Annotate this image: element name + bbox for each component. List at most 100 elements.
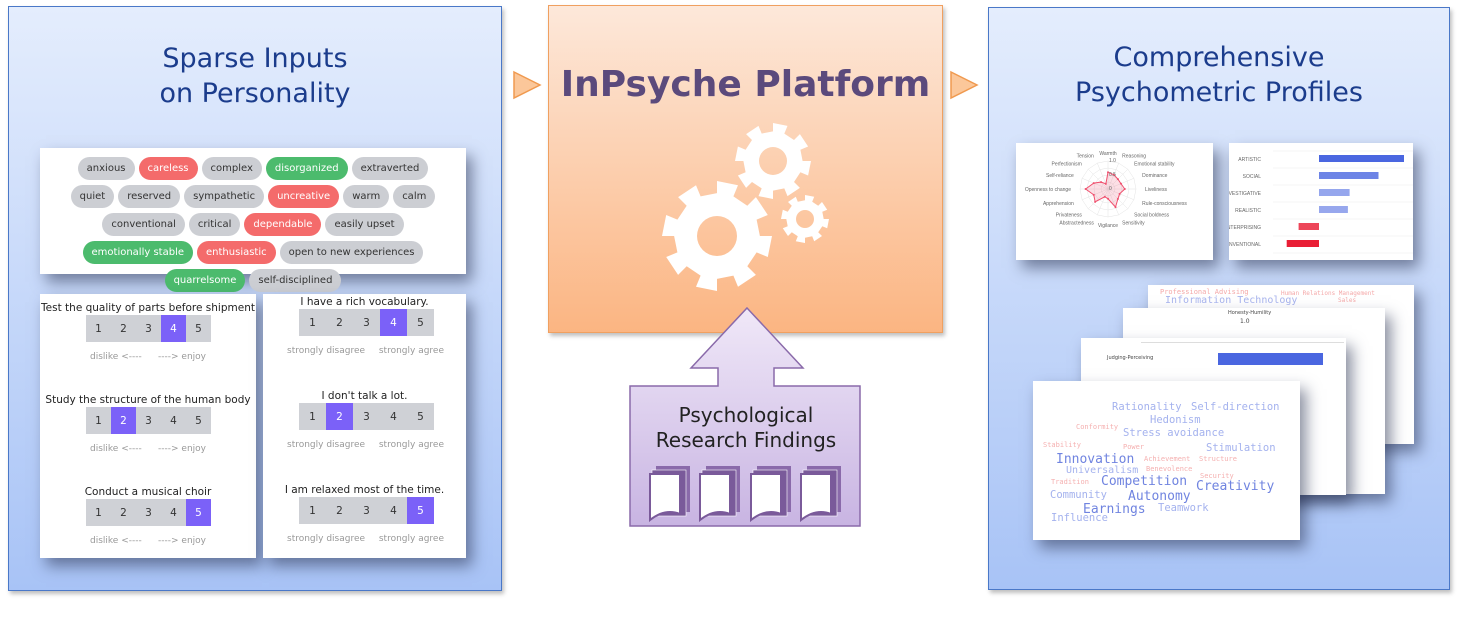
tag-chip[interactable]: disorganized — [265, 157, 348, 180]
arrow-right-icon — [950, 70, 979, 100]
scale-option-4[interactable]: 4 — [380, 497, 407, 524]
radar-axis-label: Emotional stability — [1134, 162, 1175, 168]
survey-question: Study the structure of the human body — [45, 394, 251, 406]
panel-title-line2: Psychometric Profiles — [1075, 77, 1363, 108]
tag-chip[interactable]: conventional — [102, 213, 185, 236]
survey-question: Conduct a musical choir — [84, 486, 212, 498]
panel-title-line1: Sparse Inputs — [162, 43, 348, 74]
scale-option-1[interactable]: 1 — [299, 497, 326, 524]
bar — [1286, 240, 1319, 247]
radar-axis-label: Apprehension — [1043, 201, 1074, 207]
scale-min-label: strongly disagree — [287, 534, 366, 544]
wordcloud-word: Tradition — [1051, 478, 1089, 486]
scale-option-3[interactable]: 3 — [136, 315, 161, 342]
tag-chip[interactable]: warm — [343, 185, 390, 208]
scale-option-3[interactable]: 3 — [353, 309, 380, 336]
gears-icon — [662, 123, 829, 291]
scale-option-5[interactable]: 5 — [186, 499, 211, 526]
scale-option-2[interactable]: 2 — [111, 315, 136, 342]
radar-axis-label: Tension — [1077, 154, 1094, 160]
tick-label: 1.0 — [1240, 318, 1250, 325]
scale-option-4[interactable]: 4 — [161, 315, 186, 342]
scale-option-4[interactable]: 4 — [380, 403, 407, 430]
scale-option-1[interactable]: 1 — [86, 315, 111, 342]
interest-survey-card: Test the quality of parts before shipmen… — [40, 294, 256, 558]
arrow-right-icon — [513, 70, 542, 100]
scale-option-5[interactable]: 5 — [407, 403, 434, 430]
scale-option-3[interactable]: 3 — [353, 403, 380, 430]
radar-axis-label: Privateness — [1056, 212, 1083, 218]
wordcloud-word: Rationality — [1112, 401, 1182, 413]
scale-option-5[interactable]: 5 — [186, 407, 211, 434]
scale-option-2[interactable]: 2 — [111, 499, 136, 526]
tag-chip[interactable]: complex — [201, 157, 262, 180]
scale-option-4[interactable]: 4 — [380, 309, 407, 336]
tag-chip[interactable]: uncreative — [268, 185, 340, 208]
scale-option-3[interactable]: 3 — [353, 497, 380, 524]
scale-option-1[interactable]: 1 — [86, 407, 111, 434]
wordcloud-word: Stress avoidance — [1123, 427, 1225, 439]
likert-scale: 12345 — [86, 315, 211, 342]
wordcloud-word: Stability — [1043, 441, 1081, 449]
bar — [1319, 189, 1350, 196]
tag-chip[interactable]: calm — [393, 185, 436, 208]
tag-chip[interactable]: open to new experiences — [279, 241, 424, 264]
radar-point — [1119, 182, 1122, 185]
scale-option-5[interactable]: 5 — [186, 315, 211, 342]
tag-chip[interactable]: anxious — [77, 157, 135, 180]
document-stack-icon — [649, 466, 690, 523]
scale-option-4[interactable]: 4 — [161, 499, 186, 526]
radar-point — [1092, 193, 1095, 196]
tag-chip[interactable]: easily upset — [325, 213, 404, 236]
document-stack-icon — [750, 466, 791, 523]
scale-min-label: dislike <---- — [90, 536, 142, 546]
tag-chip[interactable]: critical — [188, 213, 241, 236]
agreement-survey-card: I have a rich vocabulary. 1 2 3 4 5 strongly d… — [263, 294, 466, 558]
scale-option-2[interactable]: 2 — [326, 309, 353, 336]
scale-option-4[interactable]: 4 — [161, 407, 186, 434]
scale-min-label: dislike <---- — [90, 352, 142, 362]
scale-option-1[interactable]: 1 — [299, 403, 326, 430]
radar-point — [1123, 188, 1126, 190]
tag-chip[interactable]: reserved — [118, 185, 181, 208]
wordcloud-word: Teamwork — [1158, 502, 1209, 514]
bar-category-label: INVESTIGATIVE — [1229, 191, 1262, 197]
radar-tick: 0 — [1109, 186, 1112, 192]
bar-category-label: ARTISTIC — [1238, 157, 1261, 163]
tag-chip[interactable]: careless — [138, 157, 198, 180]
scale-option-1[interactable]: 1 — [86, 499, 111, 526]
tag-chip[interactable]: sympathetic — [184, 185, 265, 208]
scale-option-5[interactable]: 5 — [407, 497, 434, 524]
radar-axis-label: Perfectionism — [1052, 162, 1082, 168]
radar-point — [1116, 178, 1119, 181]
bar — [1319, 172, 1379, 179]
scale-option-5[interactable]: 5 — [407, 309, 434, 336]
radar-axis-label: Social boldness — [1134, 212, 1170, 218]
tag-chip[interactable]: enthusiastic — [197, 241, 276, 264]
radar-point — [1100, 181, 1103, 184]
tag-chip[interactable]: quarrelsome — [164, 269, 246, 292]
radar-chart: Warmth Reasoning Emotional stability Domina… — [1025, 151, 1188, 229]
wordcloud-word: Competition — [1101, 474, 1188, 489]
tag-chip[interactable]: self-disciplined — [249, 269, 342, 292]
wordcloud-word: Influence — [1051, 512, 1108, 524]
research-title-line2: Research Findings — [655, 428, 837, 452]
tag-chip[interactable]: dependable — [244, 213, 322, 236]
panel-title-line2: on Personality — [159, 78, 351, 109]
tag-chip[interactable]: extraverted — [351, 157, 429, 180]
scale-option-2[interactable]: 2 — [326, 497, 353, 524]
radar-point — [1084, 188, 1087, 190]
scale-option-2[interactable]: 2 — [111, 407, 136, 434]
tag-chip[interactable]: emotionally stable — [82, 241, 194, 264]
radar-axis-label: Vigilance — [1098, 223, 1118, 229]
tag-chip[interactable]: quiet — [70, 185, 115, 208]
scale-option-3[interactable]: 3 — [136, 407, 161, 434]
scale-option-3[interactable]: 3 — [136, 499, 161, 526]
scale-option-2[interactable]: 2 — [326, 403, 353, 430]
scale-min-label: strongly disagree — [287, 346, 366, 356]
scale-min-label: strongly disagree — [287, 440, 366, 450]
wordcloud-word: Power — [1123, 443, 1145, 451]
scale-option-1[interactable]: 1 — [299, 309, 326, 336]
radar-tick: 1.0 — [1109, 158, 1116, 164]
survey-question: I have a rich vocabulary. — [300, 296, 429, 308]
